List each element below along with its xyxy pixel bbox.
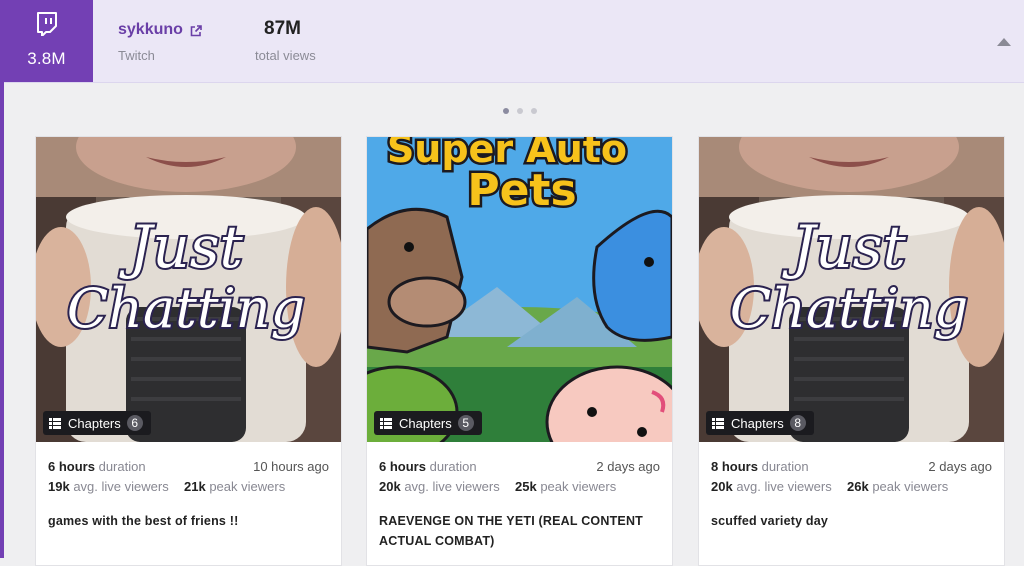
external-link-icon[interactable] bbox=[190, 25, 202, 37]
peak-viewers-label: peak viewers bbox=[209, 479, 286, 494]
chapters-badge[interactable]: Chapters 5 bbox=[374, 411, 482, 435]
chapters-badge[interactable]: Chapters 8 bbox=[706, 411, 814, 435]
avg-viewers-label: avg. live viewers bbox=[404, 479, 500, 494]
channel-header: 3.8M sykkuno Twitch 87M total views bbox=[0, 0, 1024, 83]
video-title-line-1: RAEVENGE ON THE YETI (REAL CONTENT bbox=[379, 514, 644, 528]
time-ago: 10 hours ago bbox=[253, 459, 329, 474]
just-chatting-thumbnail-image bbox=[36, 137, 341, 442]
video-thumbnail[interactable]: Super Auto Pets bbox=[367, 137, 672, 442]
chapters-badge[interactable]: Chapters 6 bbox=[43, 411, 151, 435]
avg-viewers-value: 20k bbox=[711, 479, 733, 494]
super-auto-pets-thumbnail-image: Super Auto Pets bbox=[367, 137, 672, 442]
twitch-icon bbox=[37, 12, 57, 36]
chapters-count: 6 bbox=[126, 415, 143, 431]
just-chatting-thumbnail-image bbox=[699, 137, 1004, 442]
total-views-label: total views bbox=[255, 48, 316, 63]
avg-viewers-value: 20k bbox=[379, 479, 401, 494]
avg-viewers-value: 19k bbox=[48, 479, 70, 494]
carousel-pagination bbox=[0, 108, 1024, 116]
viewers-row: 20k avg. live viewers 26k peak viewers bbox=[711, 479, 992, 494]
chapters-label: Chapters bbox=[731, 415, 784, 431]
video-card[interactable]: Chapters 6 6 hours duration 10 hours ago… bbox=[35, 136, 342, 566]
time-ago: 2 days ago bbox=[928, 459, 992, 474]
list-icon bbox=[380, 417, 392, 429]
video-card[interactable]: Chapters 8 8 hours duration 2 days ago 2… bbox=[698, 136, 1005, 566]
video-title[interactable]: RAEVENGE ON THE YETI (REAL CONTENT ACTUA… bbox=[379, 511, 660, 551]
carousel-dot-1[interactable] bbox=[503, 108, 509, 114]
list-icon bbox=[49, 417, 61, 429]
avg-viewers-label: avg. live viewers bbox=[736, 479, 832, 494]
viewers-row: 19k avg. live viewers 21k peak viewers bbox=[48, 479, 329, 494]
carousel-dot-2[interactable] bbox=[517, 108, 523, 114]
chapters-count: 8 bbox=[789, 415, 806, 431]
svg-text:Pets: Pets bbox=[467, 165, 576, 216]
stats-row: 6 hours duration 2 days ago bbox=[379, 459, 660, 474]
platform-badge[interactable]: 3.8M bbox=[0, 0, 93, 82]
list-icon bbox=[712, 417, 724, 429]
duration-label: duration bbox=[429, 459, 477, 474]
stats-row: 8 hours duration 2 days ago bbox=[711, 459, 992, 474]
video-title-line-2: ACTUAL COMBAT) bbox=[379, 534, 495, 548]
peak-viewers-label: peak viewers bbox=[872, 479, 949, 494]
video-title-line-1: games with the best of friens !! bbox=[48, 514, 239, 528]
stats-row: 6 hours duration 10 hours ago bbox=[48, 459, 329, 474]
left-accent-bar bbox=[0, 82, 4, 558]
carousel-dot-3[interactable] bbox=[531, 108, 537, 114]
peak-viewers-value: 25k bbox=[515, 479, 537, 494]
avg-viewers-label: avg. live viewers bbox=[73, 479, 169, 494]
duration-label: duration bbox=[761, 459, 809, 474]
video-card[interactable]: Super Auto Pets Chapters 5 6 hours durat… bbox=[366, 136, 673, 566]
time-ago: 2 days ago bbox=[596, 459, 660, 474]
duration-value: 6 hours bbox=[379, 459, 426, 474]
total-views-value: 87M bbox=[264, 18, 301, 39]
video-thumbnail[interactable] bbox=[36, 137, 341, 442]
video-title[interactable]: games with the best of friens !! bbox=[48, 511, 329, 531]
channel-name-link[interactable]: sykkuno bbox=[118, 21, 183, 39]
peak-viewers-value: 21k bbox=[184, 479, 206, 494]
duration-label: duration bbox=[98, 459, 146, 474]
chapters-count: 5 bbox=[457, 415, 474, 431]
viewers-row: 20k avg. live viewers 25k peak viewers bbox=[379, 479, 660, 494]
peak-viewers-value: 26k bbox=[847, 479, 869, 494]
duration-value: 8 hours bbox=[711, 459, 758, 474]
video-title[interactable]: scuffed variety day bbox=[711, 511, 992, 531]
video-thumbnail[interactable] bbox=[699, 137, 1004, 442]
channel-platform-label: Twitch bbox=[118, 48, 155, 63]
chapters-label: Chapters bbox=[399, 415, 452, 431]
chapters-label: Chapters bbox=[68, 415, 121, 431]
video-title-line-1: scuffed variety day bbox=[711, 514, 829, 528]
chevron-up-icon[interactable] bbox=[997, 38, 1011, 46]
follower-count: 3.8M bbox=[27, 49, 66, 68]
duration-value: 6 hours bbox=[48, 459, 95, 474]
peak-viewers-label: peak viewers bbox=[540, 479, 617, 494]
